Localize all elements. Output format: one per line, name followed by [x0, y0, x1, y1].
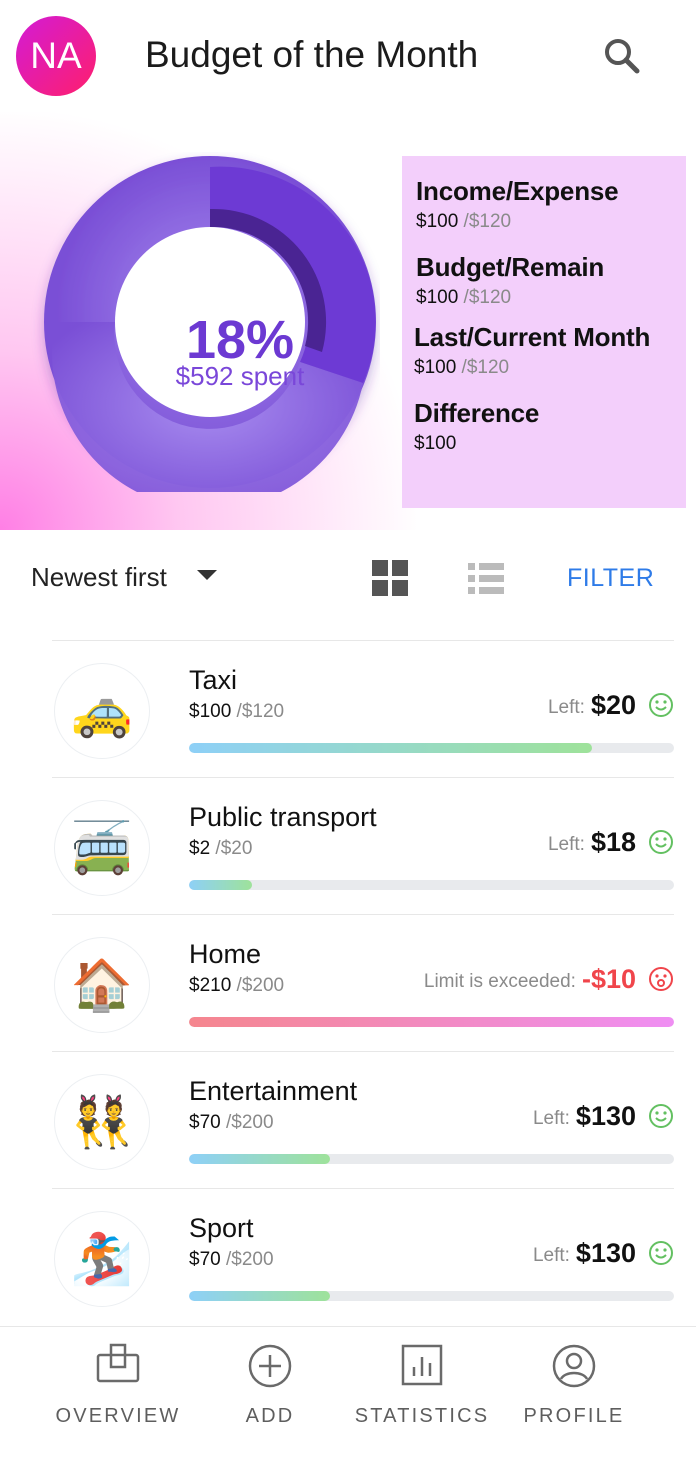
stat-difference: Difference $100	[414, 398, 539, 455]
list-item[interactable]: 🏂 Sport $70 /$200 Left: $130	[52, 1188, 674, 1326]
chevron-down-icon[interactable]	[197, 570, 217, 580]
smile-icon	[649, 693, 673, 717]
stat-label: Income/Expense	[416, 176, 619, 206]
stat-value: $100 /$120	[416, 287, 512, 308]
remaining-label: Limit is exceeded:	[423, 971, 576, 992]
progress-bar	[189, 743, 674, 753]
remaining-value: $20	[590, 689, 636, 720]
category-icon: 🚕	[54, 663, 150, 759]
statistics-icon	[401, 1344, 443, 1386]
stat-income-expense: Income/Expense $100 /$120	[416, 176, 619, 233]
category-amount: $100 /$120	[189, 701, 285, 722]
remaining-info: Left: $20	[548, 687, 674, 723]
list-item[interactable]: 🚕 Taxi $100 /$120 Left: $20	[52, 640, 674, 778]
nav-overview[interactable]: OVERVIEW	[43, 1343, 193, 1428]
remaining-value: $18	[590, 826, 636, 857]
stat-value: $100 /$120	[414, 357, 510, 378]
category-icon: 🏂	[54, 1211, 150, 1307]
category-icon: 🚎	[54, 800, 150, 896]
budget-summary: 18% $592 spent Income/Expense $100 /$120…	[0, 112, 696, 530]
budget-donut-chart: 18% $592 spent	[30, 152, 380, 510]
smile-icon	[649, 830, 673, 854]
stat-budget-remain: Budget/Remain $100 /$120	[416, 252, 604, 309]
smile-icon	[649, 1241, 673, 1265]
category-amount: $210 /$200	[189, 975, 285, 996]
stats-panel: Income/Expense $100 /$120 Budget/Remain …	[402, 156, 686, 508]
nav-label: OVERVIEW	[55, 1405, 181, 1427]
nav-label: PROFILE	[523, 1405, 625, 1427]
remaining-value: $130	[575, 1237, 636, 1268]
list-item[interactable]: 👯 Entertainment $70 /$200 Left: $130	[52, 1051, 674, 1189]
category-name: Entertainment	[189, 1076, 358, 1106]
list-item[interactable]: 🚎 Public transport $2 /$20 Left: $18	[52, 777, 674, 915]
category-amount: $70 /$200	[189, 1249, 274, 1270]
remaining-info: Left: $130	[533, 1098, 674, 1134]
stat-last-current-month: Last/Current Month $100 /$120	[414, 322, 650, 379]
category-name: Home	[189, 939, 262, 969]
smile-icon	[649, 1104, 673, 1128]
overview-icon	[96, 1343, 140, 1383]
remaining-info: Left: $130	[533, 1235, 674, 1271]
add-icon	[248, 1344, 292, 1388]
progress-fill	[189, 880, 253, 890]
progress-fill	[189, 1291, 330, 1301]
category-icon: 🏠	[54, 937, 150, 1033]
page-title: Budget of the Month	[145, 34, 479, 75]
nav-profile[interactable]: PROFILE	[499, 1343, 649, 1428]
app-header: NA Budget of the Month	[0, 0, 696, 112]
sad-face-icon	[649, 967, 673, 991]
remaining-info: Limit is exceeded: -$10	[424, 961, 674, 997]
category-name: Taxi	[189, 665, 238, 695]
category-amount: $70 /$200	[189, 1112, 274, 1133]
remaining-value: -$10	[581, 963, 636, 994]
remaining-label: Left:	[532, 1108, 570, 1129]
spent-amount: $592 spent	[175, 361, 305, 391]
list-view-icon[interactable]	[466, 558, 506, 598]
progress-fill	[189, 1017, 674, 1027]
stat-value: $100 /$120	[416, 211, 512, 232]
filter-button[interactable]: FILTER	[567, 564, 654, 593]
nav-statistics[interactable]: STATISTICS	[347, 1343, 497, 1428]
grid-view-icon[interactable]	[370, 558, 410, 598]
stat-value: $100	[414, 433, 457, 454]
list-item[interactable]: 🏠 Home $210 /$200 Limit is exceeded: -$10	[52, 914, 674, 1052]
category-amount: $2 /$20	[189, 838, 253, 859]
sort-dropdown[interactable]: Newest first	[31, 562, 167, 593]
progress-bar	[189, 1291, 674, 1301]
progress-bar	[189, 1154, 674, 1164]
search-icon[interactable]	[598, 32, 646, 80]
remaining-value: $130	[575, 1100, 636, 1131]
nav-add[interactable]: ADD	[195, 1343, 345, 1428]
remaining-label: Left:	[532, 1245, 570, 1266]
progress-fill	[189, 1154, 330, 1164]
nav-label: STATISTICS	[354, 1405, 490, 1427]
profile-icon	[552, 1344, 596, 1388]
remaining-label: Left:	[547, 834, 585, 855]
bottom-nav: OVERVIEW ADD STATISTICS PROFILE	[0, 1326, 696, 1457]
avatar[interactable]: NA	[16, 16, 96, 96]
list-toolbar: Newest first FILTER	[0, 548, 696, 608]
progress-fill	[189, 743, 592, 753]
nav-label: ADD	[245, 1405, 295, 1427]
remaining-label: Left:	[547, 697, 585, 718]
category-icon: 👯	[54, 1074, 150, 1170]
spent-percent: 18%	[185, 310, 295, 370]
stat-label: Last/Current Month	[414, 322, 651, 352]
remaining-info: Left: $18	[548, 824, 674, 860]
progress-bar	[189, 880, 674, 890]
category-name: Sport	[189, 1213, 254, 1243]
donut-center: 18% $592 spent	[140, 312, 340, 390]
stat-label: Difference	[414, 398, 540, 428]
progress-bar	[189, 1017, 674, 1027]
category-name: Public transport	[189, 802, 377, 832]
stat-label: Budget/Remain	[416, 252, 605, 282]
